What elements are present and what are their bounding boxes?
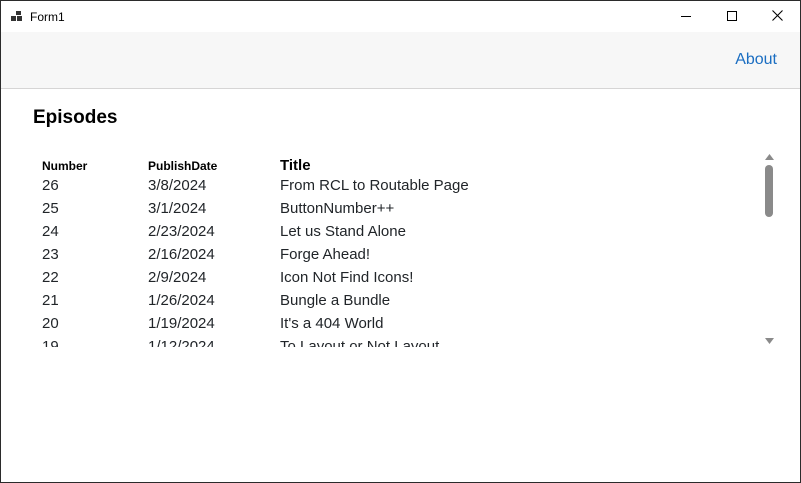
column-header-publishdate[interactable]: PublishDate bbox=[148, 149, 280, 174]
cell-title: Bungle a Bundle bbox=[280, 292, 391, 309]
table-row[interactable]: 23 2/16/2024 Forge Ahead! bbox=[33, 243, 680, 266]
cell-number: 19 bbox=[42, 338, 59, 347]
cell-number: 20 bbox=[42, 315, 59, 332]
close-button[interactable] bbox=[754, 1, 800, 32]
cell-title: It's a 404 World bbox=[280, 315, 384, 332]
page-title: Episodes bbox=[33, 107, 118, 128]
cell-publishdate: 1/19/2024 bbox=[148, 315, 215, 332]
cell-number: 25 bbox=[42, 200, 59, 217]
cell-title: To Layout or Not Layout bbox=[280, 338, 440, 347]
cell-number: 26 bbox=[42, 177, 59, 194]
episodes-grid[interactable]: Number PublishDate Title 26 3/8/2024 Fro… bbox=[33, 149, 778, 347]
maximize-button[interactable] bbox=[709, 1, 755, 32]
column-header-title[interactable]: Title bbox=[280, 149, 680, 174]
cell-number: 23 bbox=[42, 246, 59, 263]
scroll-up-button[interactable] bbox=[762, 149, 777, 163]
cell-publishdate: 2/16/2024 bbox=[148, 246, 215, 263]
cell-publishdate: 1/12/2024 bbox=[148, 338, 215, 347]
scroll-down-arrow-icon bbox=[765, 331, 774, 349]
cell-title: Forge Ahead! bbox=[280, 246, 371, 263]
column-header-number[interactable]: Number bbox=[33, 149, 148, 174]
cell-number: 22 bbox=[42, 269, 59, 286]
cell-publishdate: 1/26/2024 bbox=[148, 292, 215, 309]
cell-title: From RCL to Routable Page bbox=[280, 177, 469, 194]
table-row[interactable]: 25 3/1/2024 ButtonNumber++ bbox=[33, 197, 680, 220]
episodes-table: Number PublishDate Title 26 3/8/2024 Fro… bbox=[33, 149, 680, 347]
table-row[interactable]: 22 2/9/2024 Icon Not Find Icons! bbox=[33, 266, 680, 289]
about-link[interactable]: About bbox=[735, 50, 777, 70]
table-header-row: Number PublishDate Title bbox=[33, 149, 680, 174]
cell-number: 24 bbox=[42, 223, 59, 240]
app-window: Form1 About Episodes Number PublishDate … bbox=[0, 0, 801, 483]
table-row[interactable]: 26 3/8/2024 From RCL to Routable Page bbox=[33, 174, 680, 197]
cell-publishdate: 3/8/2024 bbox=[148, 177, 207, 194]
scrollbar-thumb[interactable] bbox=[765, 165, 773, 217]
minimize-icon bbox=[681, 8, 691, 26]
close-icon bbox=[771, 8, 783, 26]
table-row[interactable]: 19 1/12/2024 To Layout or Not Layout bbox=[33, 335, 680, 347]
cell-publishdate: 3/1/2024 bbox=[148, 200, 207, 217]
cell-title: Icon Not Find Icons! bbox=[280, 269, 414, 286]
table-row[interactable]: 24 2/23/2024 Let us Stand Alone bbox=[33, 220, 680, 243]
cell-title: ButtonNumber++ bbox=[280, 200, 395, 217]
scroll-down-button[interactable] bbox=[762, 333, 777, 347]
window-title: Form1 bbox=[30, 10, 65, 24]
title-bar[interactable]: Form1 bbox=[1, 1, 800, 32]
cell-number: 21 bbox=[42, 292, 59, 309]
cell-title: Let us Stand Alone bbox=[280, 223, 406, 240]
table-row[interactable]: 21 1/26/2024 Bungle a Bundle bbox=[33, 289, 680, 312]
scroll-up-arrow-icon bbox=[765, 147, 774, 165]
top-nav-bar: About bbox=[1, 32, 800, 89]
minimize-button[interactable] bbox=[663, 1, 709, 32]
cell-publishdate: 2/9/2024 bbox=[148, 269, 207, 286]
cell-publishdate: 2/23/2024 bbox=[148, 223, 215, 240]
vertical-scrollbar[interactable] bbox=[762, 149, 777, 347]
app-icon bbox=[11, 10, 23, 22]
table-row[interactable]: 20 1/19/2024 It's a 404 World bbox=[33, 312, 680, 335]
maximize-icon bbox=[727, 8, 737, 26]
